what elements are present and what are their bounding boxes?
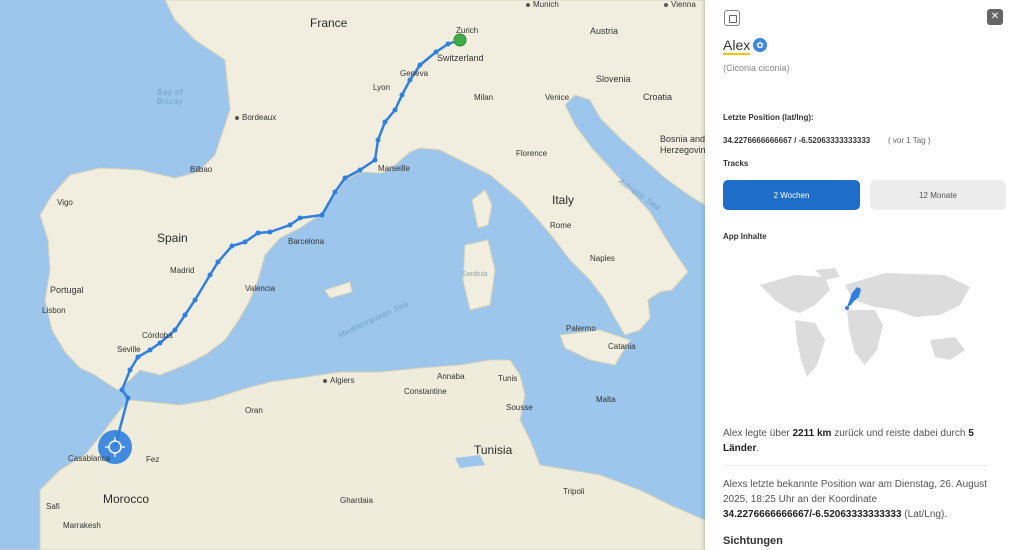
last-position-label: Letzte Position (lat/lng): (723, 113, 814, 122)
map-city-florence: Florence (516, 149, 548, 158)
map-label-bosnia: Bosnia and Herzegovina (660, 134, 705, 155)
map-label-switzerland: Switzerland (437, 53, 484, 63)
world-minimap (760, 268, 970, 377)
last-known-suffix: (Lat/Lng). (904, 509, 948, 520)
travel-summary: Alex legte über 2211 km zurück und reist… (723, 426, 993, 456)
map-city-rome: Rome (550, 221, 572, 230)
map-city-sousse: Sousse (506, 403, 533, 412)
last-position-age: ( vor 1 Tag ) (888, 136, 931, 145)
map-city-munich: Munich (526, 0, 559, 9)
map-label-croatia: Croatia (643, 92, 673, 102)
map-city-tunis: Tunis (498, 374, 518, 383)
expand-button[interactable] (724, 10, 740, 26)
map-label-spain: Spain (157, 231, 188, 245)
map-city-lyon: Lyon (373, 83, 391, 92)
map-label-italy: Italy (552, 193, 575, 207)
track-start-marker (453, 33, 467, 47)
map-city-vigo: Vigo (57, 198, 73, 207)
map-city-oran: Oran (245, 406, 263, 415)
map-city-barcelona: Barcelona (288, 237, 325, 246)
map-city-naples: Naples (590, 254, 615, 263)
map-city-malta: Malta (596, 395, 616, 404)
last-known-summary: Alexs letzte bekannte Position war am Di… (723, 477, 993, 522)
map-city-lisbon: Lisbon (42, 306, 66, 315)
map-city-seville: Seville (117, 345, 141, 354)
map-label-tunisia: Tunisia (474, 443, 513, 457)
last-known-coords: 34.2276666666667/-6.52063333333333 (723, 509, 902, 520)
map-city-catania: Catania (608, 342, 636, 351)
verified-badge-icon: ✿ (753, 38, 767, 52)
map-city-cordoba: Córdoba (142, 331, 173, 340)
sightings-heading: Sichtungen (723, 535, 783, 547)
detail-panel: ✕ Alex ✿ (Ciconia ciconia) Letzte Positi… (705, 0, 1024, 550)
animal-name-text: Alex (723, 37, 751, 53)
map-label-portugal: Portugal (50, 285, 84, 295)
last-known-prefix: Alexs letzte bekannte Position war am Di… (723, 479, 988, 505)
divider (723, 465, 988, 466)
species-name: (Ciconia ciconia) (723, 63, 790, 73)
map-city-algiers: Algiers (323, 376, 354, 385)
map-city-valencia: Valencia (245, 284, 276, 293)
map-city-constantine: Constantine (404, 387, 447, 396)
last-position-value: 34.2276666666667 / -6.52063333333333 (723, 136, 871, 145)
tracks-label: Tracks (723, 159, 749, 168)
map-city-venice: Venice (545, 93, 570, 102)
summary-suffix: . (756, 443, 760, 454)
map-city-palermo: Palermo (566, 324, 596, 333)
close-button[interactable]: ✕ (987, 9, 1003, 25)
map-city-milan: Milan (474, 93, 494, 102)
track-2-weeks-button[interactable]: 2 Wochen (723, 180, 860, 210)
app-content-label: App Inhalte (723, 232, 767, 241)
map-city-ghardaia: Ghardaia (340, 496, 373, 505)
summary-prefix: Alex legte über (723, 428, 790, 439)
map-city-marseille: Marseille (378, 164, 411, 173)
map-city-zurich: Zurich (456, 26, 479, 35)
map-city-marrakesh: Marrakesh (63, 521, 101, 530)
land-corsica (471, 189, 493, 229)
map-city-bilbao: Bilbao (190, 165, 213, 174)
map-city-madrid: Madrid (170, 266, 195, 275)
map-label-austria: Austria (590, 26, 619, 36)
summary-distance: 2211 km (792, 428, 832, 439)
square-icon (729, 15, 737, 23)
map-label-morocco: Morocco (103, 492, 150, 506)
map-island-sardinia: Sardinia (462, 271, 488, 278)
name-underline (723, 53, 751, 55)
map-city-safi: Safi (46, 502, 60, 511)
map-view[interactable]: France Switzerland Austria Slovenia Croa… (0, 0, 705, 550)
map-city-casablanca: Casablanca (68, 454, 111, 463)
map-city-bordeaux: Bordeaux (235, 113, 276, 122)
map-sea-biscay: Bay of Biscay (156, 88, 184, 106)
map-city-fez: Fez (146, 455, 160, 464)
map-city-annaba: Annaba (437, 372, 465, 381)
close-icon: ✕ (990, 11, 1000, 22)
land-balearic (324, 281, 353, 299)
map-city-vienna: Vienna (664, 0, 696, 9)
map-city-tripoli: Tripoli (563, 487, 585, 496)
track-12-months-button[interactable]: 12 Monate (870, 180, 1006, 210)
map-label-france: France (310, 16, 348, 30)
summary-middle: zurück und reiste dabei durch (834, 428, 966, 439)
animal-name: Alex (723, 37, 751, 55)
map-label-slovenia: Slovenia (596, 74, 631, 84)
map-city-geneva: Geneva (400, 69, 429, 78)
